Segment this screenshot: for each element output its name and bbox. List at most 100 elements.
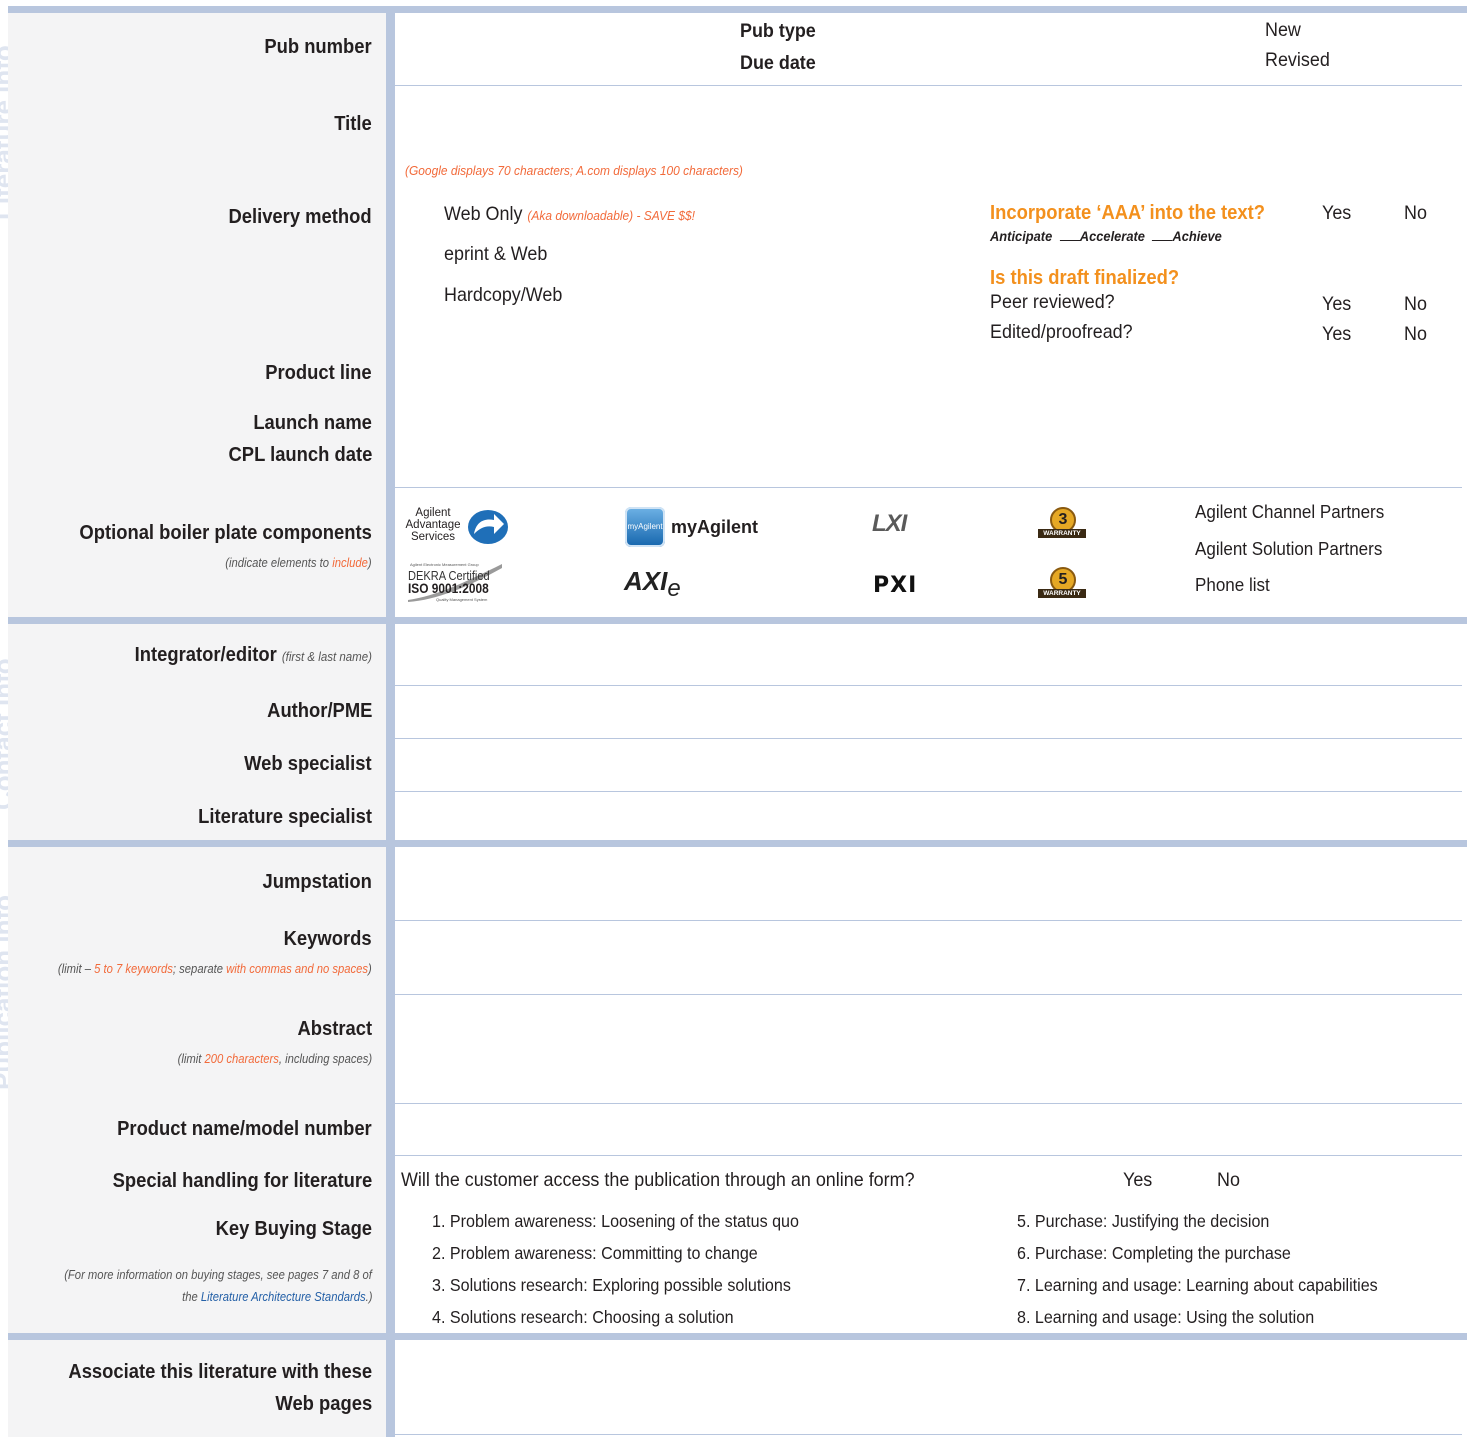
key-buying-stage-label: Key Buying Stage — [215, 1218, 372, 1240]
aaa-yes[interactable]: Yes — [1322, 202, 1351, 225]
kw-note: (limit – — [58, 962, 95, 976]
jumpstation-label: Jumpstation — [262, 871, 372, 893]
online-form-yes[interactable]: Yes — [1123, 1169, 1152, 1192]
section-bar-contact — [8, 617, 1467, 624]
kbs-note: .) — [365, 1290, 372, 1304]
buying-stage-2[interactable]: 2. Problem awareness: Committing to chan… — [432, 1243, 758, 1264]
boiler-note-text: (indicate elements to — [225, 556, 333, 570]
kbs-note: the — [181, 1290, 201, 1304]
abstract-note: (limit 200 characters, including spaces) — [178, 1052, 372, 1066]
associate-label-line2: Web pages — [275, 1393, 372, 1415]
buying-stage-4[interactable]: 4. Solutions research: Choosing a soluti… — [432, 1307, 734, 1328]
boiler-note-include: include — [332, 556, 369, 570]
aaa-blank — [1059, 240, 1080, 241]
row-divider — [395, 994, 1462, 995]
buying-stage-6[interactable]: 6. Purchase: Completing the purchase — [1017, 1243, 1291, 1264]
axie-logo[interactable]: AXIe — [624, 566, 681, 602]
pub-type-option-new[interactable]: New — [1265, 19, 1301, 42]
web-specialist-label: Web specialist — [244, 753, 372, 775]
advantage-services-logo[interactable]: Agilent Advantage Services — [404, 507, 514, 547]
boiler-plate-note: (indicate elements to include) — [226, 556, 372, 570]
kbs-note-line1: (For more information on buying stages, … — [64, 1268, 372, 1282]
advantage-text: Agilent Advantage Services — [404, 507, 462, 543]
special-handling-label: Special handling for literature — [112, 1170, 372, 1192]
edited-yes[interactable]: Yes — [1322, 323, 1351, 346]
pub-number-label: Pub number — [264, 36, 372, 58]
edited-no[interactable]: No — [1404, 323, 1427, 346]
channel-partners-option[interactable]: Agilent Channel Partners — [1195, 501, 1384, 523]
kw-note-count: 5 to 7 keywords — [94, 962, 174, 976]
lxi-logo[interactable]: LXI — [872, 510, 907, 538]
advantage-line: Services — [410, 531, 456, 543]
pxi-logo[interactable]: PXI — [873, 573, 917, 598]
warranty-3-banner: WARRANTY — [1038, 529, 1086, 538]
warranty-3-icon[interactable]: 3 WARRANTY — [1038, 507, 1086, 541]
row-divider — [395, 85, 1462, 86]
dekra-iso-text: ISO 9001:2008 — [408, 580, 489, 596]
advantage-line: Advantage — [405, 519, 461, 531]
literature-architecture-link[interactable]: Literature Architecture Standards — [200, 1290, 365, 1304]
abstract-label: Abstract — [297, 1018, 372, 1040]
peer-reviewed-no[interactable]: No — [1404, 293, 1427, 316]
aaa-no[interactable]: No — [1404, 202, 1427, 225]
row-divider — [395, 920, 1462, 921]
buying-stage-7[interactable]: 7. Learning and usage: Learning about ca… — [1017, 1275, 1378, 1296]
product-name-label: Product name/model number — [117, 1118, 372, 1140]
advantage-line: Agilent — [415, 507, 451, 519]
buying-stage-3[interactable]: 3. Solutions research: Exploring possibl… — [432, 1275, 791, 1296]
advantage-arrow-icon — [468, 510, 508, 544]
launch-name-label: Launch name — [253, 412, 372, 434]
cpl-launch-date-label: CPL launch date — [228, 444, 372, 466]
row-divider — [395, 738, 1462, 739]
kbs-note-line2: the Literature Architecture Standards.) — [182, 1290, 372, 1304]
section-bar-top — [8, 6, 1467, 13]
author-label: Author/PME — [266, 700, 372, 722]
aaa-words: Anticipate Accelerate Achieve — [990, 228, 1222, 244]
online-form-no[interactable]: No — [1217, 1169, 1240, 1192]
web-only-text: Web Only — [444, 203, 523, 225]
boiler-note-end: ) — [368, 556, 372, 570]
aaa-accelerate: Accelerate — [1079, 228, 1145, 244]
dekra-bottom-text: Quality Management System — [436, 597, 488, 602]
kw-note-format: with commas and no spaces — [226, 962, 369, 976]
column-divider — [386, 12, 395, 1437]
edited-label: Edited/proofread? — [990, 321, 1133, 343]
integrator-note: (first & last name) — [281, 650, 372, 664]
dekra-top-text: Agilent Electronic Measurement Group — [410, 562, 479, 567]
section-bar-associate — [8, 1333, 1467, 1340]
myagilent-logo[interactable]: myAgilent myAgilent — [625, 507, 765, 549]
delivery-method-label: Delivery method — [228, 206, 372, 228]
dekra-iso-logo[interactable]: Agilent Electronic Measurement Group DEK… — [406, 560, 506, 604]
delivery-option-eprint-web[interactable]: eprint & Web — [444, 243, 547, 266]
abs-note: (limit — [177, 1052, 205, 1066]
buying-stage-1[interactable]: 1. Problem awareness: Loosening of the s… — [432, 1211, 799, 1232]
pub-type-label: Pub type — [740, 20, 816, 42]
phone-list-option[interactable]: Phone list — [1195, 574, 1270, 596]
row-divider — [395, 1103, 1462, 1104]
pub-type-option-revised[interactable]: Revised — [1265, 49, 1330, 72]
peer-reviewed-label: Peer reviewed? — [990, 291, 1115, 313]
kw-note: ) — [368, 962, 372, 976]
row-divider — [395, 791, 1462, 792]
warranty-5-icon[interactable]: 5 WARRANTY — [1038, 567, 1086, 601]
delivery-option-web-only[interactable]: Web Only (Aka downloadable) - SAVE $$! — [444, 203, 695, 226]
buying-stage-8[interactable]: 8. Learning and usage: Using the solutio… — [1017, 1307, 1314, 1328]
web-only-note: (Aka downloadable) - SAVE $$! — [527, 208, 695, 223]
section-bar-publication — [8, 840, 1467, 847]
row-divider — [395, 685, 1462, 686]
axie-sub: e — [667, 575, 681, 602]
myagilent-badge-icon: myAgilent — [625, 507, 665, 547]
warranty-5-banner: WARRANTY — [1038, 589, 1086, 598]
row-divider — [395, 1434, 1462, 1435]
title-label: Title — [334, 113, 372, 135]
abs-note: , including spaces) — [278, 1052, 372, 1066]
delivery-option-hardcopy-web[interactable]: Hardcopy/Web — [444, 284, 562, 307]
solution-partners-option[interactable]: Agilent Solution Partners — [1195, 538, 1382, 560]
due-date-label: Due date — [740, 52, 816, 74]
peer-reviewed-yes[interactable]: Yes — [1322, 293, 1351, 316]
integrator-text: Integrator/editor — [134, 644, 277, 666]
boiler-plate-label: Optional boiler plate components — [79, 522, 372, 544]
keywords-note: (limit – 5 to 7 keywords; separate with … — [58, 962, 372, 976]
buying-stage-5[interactable]: 5. Purchase: Justifying the decision — [1017, 1211, 1269, 1232]
aaa-blank — [1152, 240, 1173, 241]
